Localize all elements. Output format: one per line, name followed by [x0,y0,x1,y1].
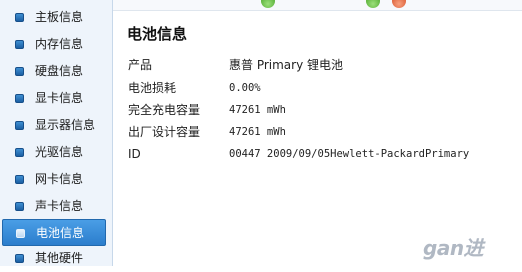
info-value: 00447 2009/09/05Hewlett-PackardPrimary [229,148,470,160]
sidebar-item-memory[interactable]: 内存信息 [2,31,106,58]
sidebar-item-label: 声卡信息 [35,199,84,213]
list-bullet-icon [15,40,24,49]
info-row-full-charge: 完全充电容量 47261 mWh [0,100,522,120]
list-bullet-icon [15,254,24,263]
sidebar-item-battery[interactable]: 电池信息 [2,219,106,246]
status-ok-icon[interactable] [366,0,380,8]
info-row-design-capacity: 出厂设计容量 47261 mWh [0,122,522,142]
info-label: 电池损耗 [128,81,177,95]
sidebar-item-label: 主板信息 [35,10,84,24]
list-bullet-icon [15,175,24,184]
info-value: 0.00% [229,82,261,94]
info-label: 完全充电容量 [128,103,201,117]
info-row-product: 产品 惠普 Primary 锂电池 [0,55,522,75]
status-alert-icon[interactable] [392,0,406,8]
info-value: 惠普 Primary 锂电池 [229,58,344,72]
sidebar-item-sound[interactable]: 声卡信息 [2,193,106,220]
info-label: ID [128,147,141,161]
sidebar-item-other[interactable]: 其他硬件 [2,245,106,272]
sidebar-item-label: 网卡信息 [35,172,84,186]
list-bullet-icon [15,202,24,211]
info-row-id: ID 00447 2009/09/05Hewlett-PackardPrimar… [0,144,522,164]
sidebar-item-network[interactable]: 网卡信息 [2,166,106,193]
page-title: 电池信息 [127,25,188,43]
info-value: 47261 mWh [229,126,286,138]
sidebar-item-label: 其他硬件 [35,251,84,265]
info-row-wear: 电池损耗 0.00% [0,78,522,98]
sidebar-item-label: 电池信息 [36,226,85,240]
info-label: 出厂设计容量 [128,125,201,139]
top-toolbar [113,0,522,11]
watermark: gan进 [423,236,484,260]
list-bullet-icon [15,13,24,22]
sidebar-item-label: 内存信息 [35,37,84,51]
sidebar-item-motherboard[interactable]: 主板信息 [2,4,106,31]
info-value: 47261 mWh [229,104,286,116]
info-label: 产品 [128,58,153,72]
status-ok-icon[interactable] [261,0,275,8]
list-bullet-icon [16,229,25,238]
